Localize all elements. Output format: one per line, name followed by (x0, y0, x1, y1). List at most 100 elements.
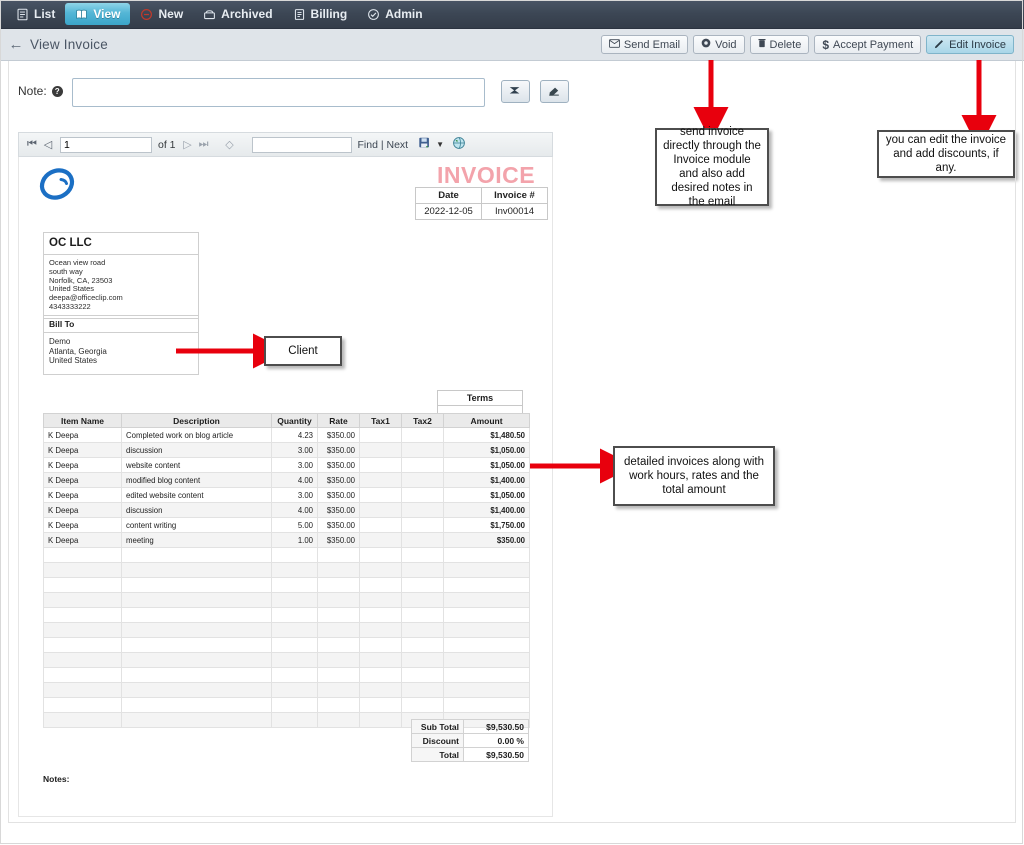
invoice-number-value: Inv00014 (481, 203, 548, 220)
refresh-globe-icon[interactable] (452, 136, 466, 153)
void-icon (701, 38, 711, 51)
cell-empty (317, 667, 360, 683)
cell-amount: $1,050.00 (443, 487, 530, 503)
cell-tax1 (359, 532, 402, 548)
accept-payment-button[interactable]: $ Accept Payment (814, 35, 922, 54)
last-page-icon[interactable]: ⏭ (196, 138, 212, 151)
page-title: View Invoice (30, 37, 108, 52)
prev-page-icon[interactable]: ◁ (40, 138, 56, 151)
back-arrow-icon[interactable]: ← (8, 37, 24, 52)
col-header-invoice-number: Invoice # (481, 187, 548, 204)
cell-quantity: 1.00 (271, 532, 318, 548)
dollar-icon: $ (822, 37, 830, 52)
cell-empty (401, 592, 444, 608)
discount-label: Discount (411, 733, 464, 748)
callout-edit-invoice: you can edit the invoice and add discoun… (877, 130, 1015, 178)
button-label: Delete (769, 38, 802, 51)
next-page-icon[interactable]: ▷ (180, 138, 196, 151)
nav-item-billing[interactable]: Billing (283, 0, 358, 28)
cell-empty (271, 652, 318, 668)
edit-invoice-button[interactable]: Edit Invoice (926, 35, 1014, 54)
page-count-label: of 1 (158, 138, 176, 151)
cell-empty (271, 562, 318, 578)
nav-item-label: New (158, 7, 184, 21)
nav-item-new[interactable]: New (130, 0, 193, 28)
nav-item-label: Archived (221, 7, 273, 21)
button-label: Accept Payment (833, 38, 914, 51)
table-row-empty (43, 592, 530, 608)
export-disk-icon[interactable] (418, 136, 432, 153)
nav-item-admin[interactable]: Admin (357, 0, 432, 28)
report-viewer-toolbar: ⏮ ◁ of 1 ▷ ⏭ ◇ Find | Next ▼ (18, 132, 553, 157)
pencil-icon (934, 38, 945, 52)
clear-note-button[interactable] (539, 80, 569, 103)
cell-empty (317, 652, 360, 668)
help-icon[interactable]: ? (51, 86, 63, 97)
cell-empty (43, 562, 122, 578)
cell-empty (43, 622, 122, 638)
bill-to-line: Demo (49, 337, 71, 346)
cell-description: discussion (121, 502, 272, 518)
table-row-empty (43, 697, 530, 713)
cell-empty (359, 592, 402, 608)
cell-empty (271, 607, 318, 623)
cell-empty (317, 592, 360, 608)
callout-text: send invoice directly through the Invoic… (663, 126, 761, 208)
cell-tax1 (359, 457, 402, 473)
send-email-button[interactable]: Send Email (600, 35, 689, 54)
button-label: Edit Invoice (949, 38, 1006, 51)
cell-rate: $350.00 (317, 472, 360, 488)
invoice-notes-box: Notes: (43, 769, 529, 817)
table-row-empty (43, 667, 530, 683)
cell-empty (443, 697, 530, 713)
main-navbar: List View New Archived Billing Admin (0, 0, 1024, 29)
subtotal-value: $9,530.50 (463, 719, 529, 734)
back-nav-icon[interactable]: ◇ (222, 138, 238, 151)
cell-empty (121, 637, 272, 653)
discount-value: 0.00 % (463, 733, 529, 748)
cell-amount: $1,400.00 (443, 502, 530, 518)
cell-quantity: 3.00 (271, 442, 318, 458)
total-label: Total (411, 747, 464, 762)
cell-empty (359, 652, 402, 668)
app-window: List View New Archived Billing Admin ← V… (0, 0, 1024, 845)
bill-to-box: Bill To Demo Atlanta, Georgia United Sta… (43, 315, 199, 375)
callout-send-email: send invoice directly through the Invoic… (655, 126, 769, 208)
find-input[interactable] (251, 136, 352, 153)
first-page-icon[interactable]: ⏮ (24, 138, 40, 151)
dropdown-caret-icon[interactable]: ▼ (436, 140, 444, 149)
cell-empty (43, 712, 122, 728)
cell-empty (359, 607, 402, 623)
cell-empty (443, 592, 530, 608)
page-number-input[interactable] (60, 136, 152, 153)
cell-tax1 (359, 427, 402, 443)
cell-tax2 (401, 502, 444, 518)
trash-icon (758, 38, 766, 51)
cell-empty (317, 607, 360, 623)
cell-rate: $350.00 (317, 502, 360, 518)
cell-empty (317, 577, 360, 593)
nav-item-view[interactable]: View (65, 3, 131, 25)
cell-description: discussion (121, 442, 272, 458)
table-header-row: Item Name Description Quantity Rate Tax1… (43, 413, 530, 428)
find-next-label[interactable]: Find | Next (358, 139, 409, 151)
delete-button[interactable]: Delete (749, 35, 810, 54)
void-button[interactable]: Void (693, 35, 745, 54)
cell-item-name: K Deepa (43, 532, 122, 548)
nav-item-archived[interactable]: Archived (193, 0, 282, 28)
cell-empty (271, 712, 318, 728)
subtotal-row: Sub Total $9,530.50 (411, 719, 529, 734)
cell-quantity: 3.00 (271, 457, 318, 473)
cell-description: edited website content (121, 487, 272, 503)
note-input[interactable] (71, 78, 485, 107)
cell-item-name: K Deepa (43, 517, 122, 533)
nav-item-label: Billing (310, 7, 348, 21)
col-header-date: Date (415, 187, 482, 204)
send-note-button[interactable] (500, 80, 530, 103)
cell-item-name: K Deepa (43, 472, 122, 488)
cell-amount: $1,050.00 (443, 442, 530, 458)
cell-item-name: K Deepa (43, 442, 122, 458)
col-header-item-name: Item Name (43, 413, 122, 428)
table-row-empty (43, 637, 530, 653)
nav-item-list[interactable]: List (6, 0, 65, 28)
